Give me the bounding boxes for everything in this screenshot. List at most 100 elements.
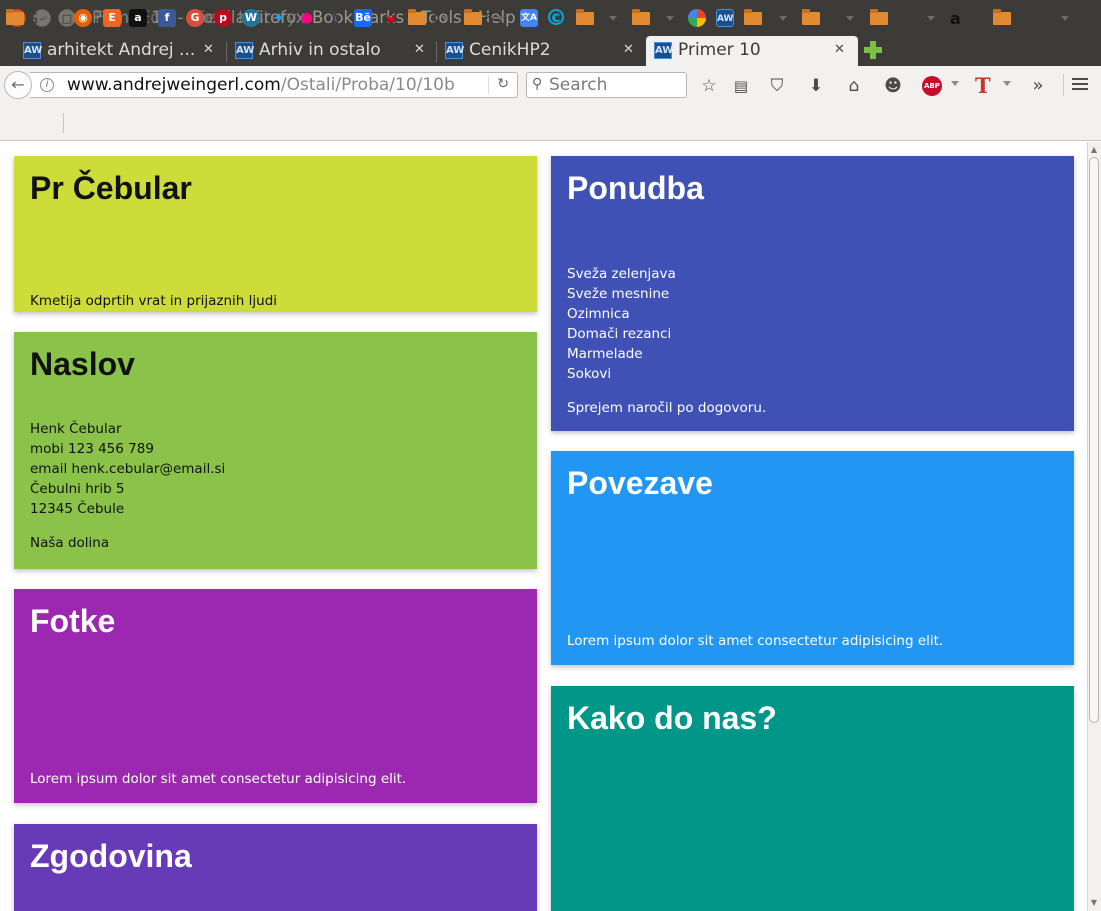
folder-icon bbox=[632, 9, 650, 25]
download-icon[interactable]: ⬇ bbox=[805, 75, 827, 97]
bookmark-label: 6 bbox=[484, 9, 495, 28]
adblock-dropdown-icon[interactable] bbox=[951, 81, 959, 86]
picasa-icon[interactable] bbox=[688, 9, 706, 27]
reading-list-icon[interactable]: ▤ bbox=[730, 75, 752, 97]
bookmark-star-icon[interactable]: ☆ bbox=[698, 75, 720, 97]
navigation-toolbar: i www.andrejweingerl.com/Ostali/Proba/10… bbox=[0, 66, 1101, 104]
tab-cenik[interactable]: AW CenikHP2 ✕ bbox=[437, 36, 644, 66]
chat-icon[interactable]: ☻ bbox=[882, 75, 904, 97]
aw-favicon-icon: AW bbox=[235, 42, 254, 59]
duckduckgo-icon[interactable]: ◉ bbox=[74, 9, 92, 27]
url-text[interactable]: www.andrejweingerl.com/Ostali/Proba/10/1… bbox=[67, 75, 455, 95]
tab-close-icon[interactable]: ✕ bbox=[203, 42, 214, 57]
lock-icon[interactable]: 🔒︎ bbox=[382, 9, 400, 27]
new-tab-plus-icon[interactable] bbox=[863, 40, 883, 60]
offer-item: Ozimnica bbox=[567, 306, 630, 322]
translate-icon[interactable]: 文A bbox=[520, 9, 538, 27]
aw-favicon-icon[interactable]: AW bbox=[716, 9, 734, 27]
scroll-up-icon[interactable]: ▲ bbox=[1089, 145, 1099, 155]
menu-icon[interactable] bbox=[1072, 78, 1088, 92]
card-footer-text: Naša dolina bbox=[30, 535, 110, 551]
bookmark-separator bbox=[63, 113, 64, 133]
twitter-icon[interactable]: ✦ bbox=[270, 9, 288, 27]
tab-label: arhitekt Andrej ... bbox=[47, 40, 196, 60]
bookmark-folder-g[interactable]: G bbox=[6, 9, 50, 29]
tab-close-icon[interactable]: ✕ bbox=[834, 42, 845, 57]
bookmark-folder-tv[interactable]: TV bbox=[802, 9, 854, 29]
tab-arhitekt[interactable]: AW arhitekt Andrej ... ✕ bbox=[15, 36, 225, 66]
flickr-icon[interactable]: ● bbox=[298, 9, 316, 27]
info-icon[interactable]: i bbox=[40, 78, 54, 92]
card-text: Kmetija odprtih vrat in prijaznih ljudi bbox=[30, 293, 278, 309]
tab-arhiv[interactable]: AW Arhiv in ostalo ✕ bbox=[227, 36, 435, 66]
bookmark-label: 3 bbox=[428, 9, 439, 28]
circle-c-icon[interactable]: c bbox=[548, 9, 564, 25]
bookmark-label: wft16 bbox=[1013, 9, 1059, 28]
bookmark-folder-wft16[interactable]: wft16 bbox=[993, 9, 1070, 29]
reload-icon[interactable]: ↻ bbox=[488, 76, 509, 94]
folder-icon bbox=[576, 9, 594, 25]
card-title: Pr Čebular bbox=[30, 170, 192, 206]
search-bar[interactable]: ⚲ bbox=[526, 72, 687, 98]
url-host: www.andrejweingerl.com bbox=[67, 75, 281, 95]
overflow-icon[interactable]: » bbox=[1027, 75, 1049, 97]
url-bar[interactable]: i www.andrejweingerl.com/Ostali/Proba/10… bbox=[30, 72, 518, 98]
back-icon[interactable]: ← bbox=[4, 71, 32, 99]
google-plus-icon[interactable]: G bbox=[186, 9, 204, 27]
tab-primer-10[interactable]: AW Primer 10 ✕ bbox=[646, 36, 858, 66]
pocket-icon[interactable]: ⛉ bbox=[766, 75, 788, 97]
text-icon[interactable]: T bbox=[975, 73, 991, 98]
facebook-icon[interactable]: f bbox=[158, 9, 176, 27]
folder-icon bbox=[993, 9, 1011, 25]
offer-item: Marmelade bbox=[567, 346, 643, 362]
tab-strip: AW arhitekt Andrej ... ✕ AW Arhiv in ost… bbox=[0, 36, 1101, 66]
bookmark-label: H bbox=[764, 9, 777, 28]
adblock-icon[interactable]: ABP bbox=[922, 76, 942, 96]
offer-item: Domači rezanci bbox=[567, 326, 672, 342]
card-ponudba: Ponudba Sveža zelenjava Sveže mesnine Oz… bbox=[551, 156, 1074, 431]
bookmark-folder-v[interactable]: V bbox=[632, 9, 674, 29]
bookmark-folder-htm[interactable]: Htm bbox=[870, 9, 935, 29]
address-line: mobi 123 456 789 bbox=[30, 441, 154, 457]
bookmark-folder-h[interactable]: H bbox=[744, 9, 788, 29]
home-icon[interactable]: ⌂ bbox=[843, 75, 865, 97]
offer-item: Sveže mesnine bbox=[567, 286, 670, 302]
tab-label: Primer 10 bbox=[678, 40, 761, 60]
tab-close-icon[interactable]: ✕ bbox=[623, 42, 634, 57]
url-path: /Ostali/Proba/10/10b bbox=[280, 75, 455, 95]
search-input[interactable] bbox=[549, 75, 683, 95]
offer-item: Sokovi bbox=[567, 366, 612, 382]
pinterest-icon[interactable]: p bbox=[214, 9, 232, 27]
behance-icon[interactable]: Bē bbox=[354, 9, 372, 27]
chevron-down-icon bbox=[441, 16, 450, 21]
search-icon: ⚲ bbox=[532, 76, 543, 92]
etsy-icon[interactable]: E bbox=[103, 9, 121, 27]
folder-icon bbox=[744, 9, 762, 25]
text-dropdown-icon[interactable] bbox=[1003, 81, 1011, 86]
scroll-down-icon[interactable]: ▼ bbox=[1089, 898, 1099, 908]
bookmark-folder-3[interactable]: 3 bbox=[408, 9, 450, 29]
bookmark-folder-6[interactable]: 6 bbox=[464, 9, 506, 29]
bookmarks-toolbar bbox=[0, 104, 1101, 141]
amazon-icon[interactable]: a bbox=[129, 9, 147, 27]
chevron-down-icon bbox=[926, 16, 935, 21]
card-title: Ponudba bbox=[567, 170, 704, 206]
wordpress-icon[interactable]: W bbox=[242, 9, 260, 27]
address-line: Čebulni hrib 5 bbox=[30, 481, 125, 497]
folder-icon bbox=[802, 9, 820, 25]
bookmark-amazon-a[interactable]: a A bbox=[950, 9, 977, 29]
card-fotke: Fotke Lorem ipsum dolor sit amet consect… bbox=[14, 589, 537, 803]
folder-icon bbox=[408, 9, 426, 25]
card-cebular: Pr Čebular Kmetija odprtih vrat in prija… bbox=[14, 156, 537, 312]
tab-close-icon[interactable]: ✕ bbox=[414, 42, 425, 57]
bookmark-label: A bbox=[965, 9, 977, 28]
chevron-down-icon bbox=[845, 16, 854, 21]
tab-label: CenikHP2 bbox=[469, 40, 551, 60]
tumblr-icon[interactable]: t bbox=[326, 9, 344, 27]
address-line: Henk Čebular bbox=[30, 421, 122, 437]
card-kako-do-nas: Kako do nas? bbox=[551, 686, 1074, 911]
scrollbar-thumb[interactable] bbox=[1089, 157, 1099, 723]
bookmark-folder-e[interactable]: E bbox=[576, 9, 618, 29]
card-title: Povezave bbox=[567, 465, 713, 501]
folder-icon bbox=[6, 9, 24, 25]
